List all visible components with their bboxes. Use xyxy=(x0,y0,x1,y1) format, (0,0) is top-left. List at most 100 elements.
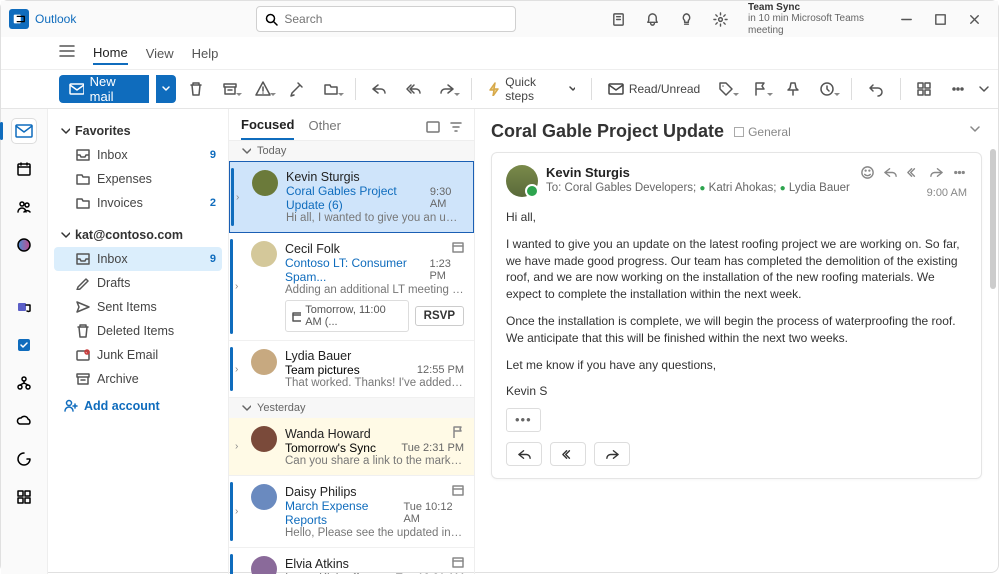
search-input[interactable] xyxy=(284,12,507,26)
chevron-right-icon: › xyxy=(235,364,247,375)
message-item[interactable]: ›Cecil FolkContoso LT: Consumer Spam...1… xyxy=(229,233,474,341)
pin-button[interactable] xyxy=(780,75,808,103)
date-header-today[interactable]: Today xyxy=(229,141,474,161)
favorites-section[interactable]: Favorites xyxy=(54,119,222,143)
tag-button[interactable] xyxy=(712,75,740,103)
notes-icon[interactable] xyxy=(602,5,634,33)
sidebar-item-count: 9 xyxy=(210,149,216,161)
more-actions-icon[interactable] xyxy=(952,165,967,185)
hamburger-icon[interactable] xyxy=(59,44,93,63)
upcoming-meeting[interactable]: Team Sync in 10 min Microsoft Teams meet… xyxy=(748,2,878,37)
message-category[interactable]: General xyxy=(734,125,791,139)
reply-all-button[interactable] xyxy=(399,75,427,103)
rsvp-button[interactable]: RSVP xyxy=(415,306,464,326)
message-item[interactable]: ›Kevin SturgisCoral Gables Project Updat… xyxy=(229,161,474,233)
tab-home[interactable]: Home xyxy=(93,42,128,65)
sidebar-item[interactable]: Inbox 9 xyxy=(54,143,222,167)
expand-collapse-icon[interactable] xyxy=(968,122,982,141)
reply-icon[interactable] xyxy=(883,165,898,185)
window-minimize[interactable] xyxy=(890,5,922,33)
quick-steps-button[interactable]: Quick steps xyxy=(481,75,580,103)
new-mail-dropdown[interactable] xyxy=(156,75,176,103)
reply-all-icon[interactable] xyxy=(906,165,921,185)
sidebar-item-label: Inbox xyxy=(97,252,128,266)
rail-onedrive-icon[interactable] xyxy=(12,409,36,433)
rail-teams-icon[interactable] xyxy=(12,295,36,319)
message-item[interactable]: ›Elvia AtkinsIntern Kick-offTue 10:01 AM… xyxy=(229,548,474,574)
flag-button[interactable] xyxy=(746,75,774,103)
tab-view[interactable]: View xyxy=(146,43,174,64)
date-header-yesterday[interactable]: Yesterday xyxy=(229,398,474,418)
chevron-right-icon: › xyxy=(235,441,247,452)
bell-icon[interactable] xyxy=(636,5,668,33)
react-icon[interactable] xyxy=(860,165,875,185)
sidebar-item[interactable]: Sent Items xyxy=(54,295,222,319)
scrollbar[interactable] xyxy=(990,149,996,289)
rail-mail-icon[interactable] xyxy=(12,119,36,143)
rail-people-icon[interactable] xyxy=(12,195,36,219)
avatar xyxy=(251,349,277,375)
lightbulb-icon[interactable] xyxy=(670,5,702,33)
sidebar-item-label: Drafts xyxy=(97,276,130,290)
report-button[interactable] xyxy=(249,75,277,103)
settings-gear-icon[interactable] xyxy=(704,5,736,33)
sidebar-item[interactable]: Inbox 9 xyxy=(54,247,222,271)
search-box[interactable] xyxy=(256,6,516,32)
rail-calendar-icon[interactable] xyxy=(12,157,36,181)
quick-reply-button[interactable] xyxy=(506,442,542,466)
rail-loop-icon[interactable] xyxy=(12,447,36,471)
sidebar-item[interactable]: Deleted Items xyxy=(54,319,222,343)
message-item[interactable]: ›Daisy PhilipsMarch Expense ReportsTue 1… xyxy=(229,476,474,548)
tab-help[interactable]: Help xyxy=(192,43,219,64)
message-item[interactable]: ›Wanda HowardTomorrow's SyncTue 2:31 PMC… xyxy=(229,418,474,476)
forward-button[interactable] xyxy=(433,75,461,103)
more-options-icon[interactable] xyxy=(944,75,972,103)
sidebar-item-label: Inbox xyxy=(97,148,128,162)
rail-more-apps-icon[interactable] xyxy=(12,485,36,509)
sweep-button[interactable] xyxy=(283,75,311,103)
sidebar-item[interactable]: Junk Email xyxy=(54,343,222,367)
quick-forward-button[interactable] xyxy=(594,442,630,466)
account-section[interactable]: kat@contoso.com xyxy=(54,223,222,247)
message-time: 9:00 AM xyxy=(860,187,967,199)
filter-icon[interactable] xyxy=(450,120,462,138)
inbox-icon xyxy=(76,149,90,161)
sidebar-item-count: 9 xyxy=(210,253,216,265)
reply-button[interactable] xyxy=(365,75,393,103)
message-time: Tue 2:31 PM xyxy=(401,442,464,454)
message-time: 12:55 PM xyxy=(417,364,464,376)
window-maximize[interactable] xyxy=(924,5,956,33)
message-item[interactable]: ›Lydia BauerTeam pictures12:55 PMThat wo… xyxy=(229,341,474,398)
move-button[interactable] xyxy=(317,75,345,103)
message-time: 1:23 PM xyxy=(429,258,464,282)
sidebar-item[interactable]: Drafts xyxy=(54,271,222,295)
delete-button[interactable] xyxy=(182,75,210,103)
sender-name: Kevin Sturgis xyxy=(546,165,852,180)
archive-button[interactable] xyxy=(216,75,244,103)
ribbon-collapse[interactable] xyxy=(978,83,990,95)
rail-org-icon[interactable] xyxy=(12,371,36,395)
rail-copilot-icon[interactable] xyxy=(12,233,36,257)
focused-tab[interactable]: Focused xyxy=(241,117,294,140)
apps-grid-icon[interactable] xyxy=(911,75,939,103)
other-tab[interactable]: Other xyxy=(308,118,341,139)
select-mode-icon[interactable] xyxy=(426,120,440,138)
quick-reply-all-button[interactable] xyxy=(550,442,586,466)
trash-icon xyxy=(76,324,90,338)
snooze-button[interactable] xyxy=(813,75,841,103)
add-account-button[interactable]: Add account xyxy=(54,391,222,418)
recipients: To: Coral Gables Developers; ● Katri Aho… xyxy=(546,182,852,194)
undo-button[interactable] xyxy=(862,75,890,103)
sidebar-item-label: Junk Email xyxy=(97,348,158,362)
window-close[interactable] xyxy=(958,5,990,33)
avatar xyxy=(251,556,277,574)
rail-todo-icon[interactable] xyxy=(12,333,36,357)
read-unread-button[interactable]: Read/Unread xyxy=(602,82,706,96)
sidebar-item[interactable]: Archive xyxy=(54,367,222,391)
forward-icon[interactable] xyxy=(929,165,944,185)
show-more-button[interactable]: ••• xyxy=(506,408,541,432)
sidebar-item[interactable]: Expenses xyxy=(54,167,222,191)
sidebar-item[interactable]: Invoices2 xyxy=(54,191,222,215)
new-mail-button[interactable]: New mail xyxy=(59,75,149,103)
message-preview: Adding an additional LT meeting to tal..… xyxy=(285,284,464,296)
